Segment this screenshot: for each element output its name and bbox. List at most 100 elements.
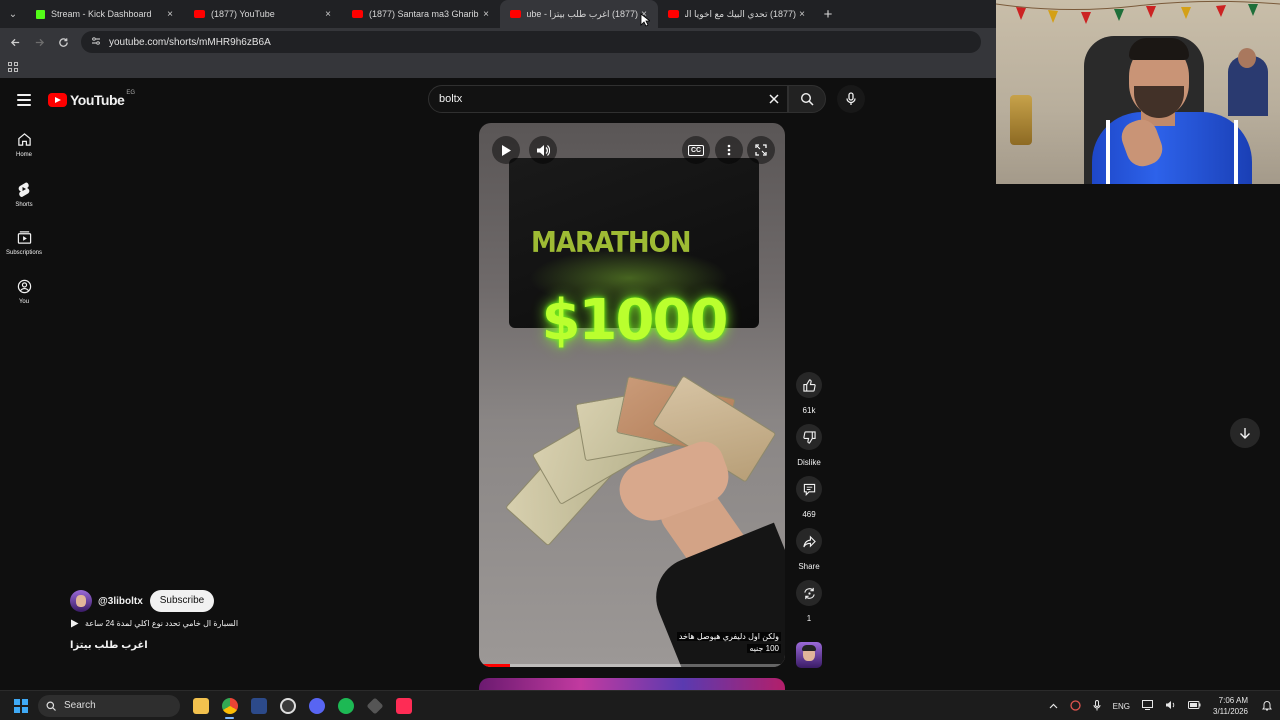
- volume-button[interactable]: [529, 136, 557, 164]
- dislike-button[interactable]: Dislike: [796, 424, 822, 467]
- webcam-overlay: [996, 0, 1280, 184]
- captions-icon: CC: [687, 144, 705, 156]
- short-title: اغرب طلب بيتزا: [70, 640, 148, 651]
- tray-display-icon[interactable]: [1142, 700, 1153, 712]
- address-bar[interactable]: youtube.com/shorts/mMHR9h6zB6A: [81, 31, 981, 53]
- youtube-play-logo-icon: [48, 93, 67, 107]
- channel-handle[interactable]: @3liboltx: [98, 596, 143, 607]
- video-progress-bar[interactable]: [479, 664, 785, 667]
- tab-pizza-short[interactable]: (1877) اغرب طلب بيتزا - YouTube ×: [500, 0, 658, 28]
- next-short-button[interactable]: [1230, 418, 1260, 448]
- share-label: Share: [798, 562, 820, 571]
- bunting-decoration: [996, 0, 1280, 24]
- short-description-row[interactable]: السبارة ال خامي تحدد نوع اكلي لمدة 24 سا…: [70, 619, 238, 628]
- like-button[interactable]: 61k: [796, 372, 822, 415]
- captions-button[interactable]: CC: [682, 136, 710, 164]
- tab-close-icon[interactable]: ×: [480, 9, 492, 20]
- home-icon: [17, 133, 31, 146]
- search-icon: [800, 92, 814, 106]
- sidebar-item-shorts[interactable]: Shorts: [0, 181, 48, 208]
- next-short-preview[interactable]: [479, 678, 785, 690]
- comments-button[interactable]: 469: [796, 476, 822, 519]
- tab-close-icon[interactable]: ×: [164, 9, 176, 20]
- fullscreen-button[interactable]: [747, 136, 775, 164]
- taskbar-app-mail[interactable]: [244, 691, 273, 720]
- thumbs-down-icon: [802, 430, 816, 444]
- share-icon: [802, 535, 816, 547]
- tray-volume-icon[interactable]: [1165, 700, 1176, 712]
- sidebar-item-home[interactable]: Home: [0, 132, 48, 158]
- remix-button[interactable]: 1: [796, 580, 822, 623]
- subscribe-button[interactable]: Subscribe: [149, 590, 215, 612]
- sidebar-item-you[interactable]: You: [0, 279, 48, 305]
- tray-overflow-icon[interactable]: [1049, 702, 1058, 711]
- screen: ⌄ Stream - Kick Dashboard × (1877) YouTu…: [0, 0, 1280, 720]
- kick-favicon-icon: [36, 9, 45, 19]
- app-icon: [250, 697, 267, 714]
- play-icon: [502, 144, 511, 156]
- tab-search-chevron-icon[interactable]: ⌄: [0, 0, 26, 28]
- tab-close-icon[interactable]: ×: [322, 9, 334, 20]
- language-indicator[interactable]: ENG: [1113, 702, 1130, 711]
- spotify-icon: [337, 697, 354, 714]
- youtube-logo[interactable]: YouTube EG: [48, 90, 135, 108]
- site-info-icon[interactable]: [91, 36, 101, 49]
- reload-icon[interactable]: [51, 28, 75, 56]
- tray-app-icon[interactable]: [1070, 699, 1081, 713]
- play-button[interactable]: [492, 136, 520, 164]
- tab-close-icon[interactable]: ×: [796, 9, 808, 20]
- folder-icon: [192, 697, 209, 714]
- taskbar-file-explorer[interactable]: [186, 691, 215, 720]
- search-icon: [46, 701, 56, 711]
- search-button[interactable]: [788, 85, 826, 113]
- play-small-icon: [71, 619, 79, 628]
- youtube-favicon-icon: [668, 10, 679, 18]
- video-caption: ولكن اول دليفري هيوصل هاخد 100 جنيه: [676, 632, 781, 653]
- search-input[interactable]: boltx: [428, 85, 788, 113]
- lantern-decoration: [1010, 95, 1032, 145]
- shorts-video-player[interactable]: MARATHON $1000 CC ولكن اول دليفري هيوصل …: [479, 123, 785, 667]
- sound-channel-avatar[interactable]: [796, 642, 822, 668]
- forward-arrow-icon[interactable]: [27, 28, 51, 56]
- voice-search-button[interactable]: [837, 85, 865, 113]
- taskbar-app-obs[interactable]: [273, 691, 302, 720]
- tab-albaik-challenge[interactable]: (1877) تحدي البيك مع اخويا الص ×: [658, 0, 816, 28]
- taskbar-app-misc[interactable]: [360, 691, 389, 720]
- channel-avatar[interactable]: [70, 590, 92, 612]
- discord-icon: [308, 697, 325, 714]
- back-arrow-icon[interactable]: [3, 28, 27, 56]
- tray-battery-icon[interactable]: [1188, 701, 1201, 711]
- share-button[interactable]: Share: [796, 528, 822, 571]
- youtube-favicon-icon: [352, 10, 363, 18]
- clear-search-icon[interactable]: [762, 88, 786, 110]
- video-tv-text: MARATHON: [531, 226, 691, 260]
- youtube-favicon-icon: [194, 10, 205, 18]
- taskbar-chrome[interactable]: [215, 691, 244, 720]
- tab-kick-dashboard[interactable]: Stream - Kick Dashboard ×: [26, 0, 184, 28]
- video-progress-fill: [479, 664, 510, 667]
- tab-santara[interactable]: (1877) Santara ma3 Gharib - Yo ×: [342, 0, 500, 28]
- taskbar-tiktok[interactable]: [389, 691, 418, 720]
- sidebar-item-subscriptions[interactable]: Subscriptions: [0, 230, 48, 256]
- app-icon: [279, 697, 296, 714]
- more-vertical-icon: [727, 144, 731, 156]
- app-icon: [366, 697, 383, 714]
- tab-youtube-home[interactable]: (1877) YouTube ×: [184, 0, 342, 28]
- taskbar-clock[interactable]: 7:06 AM 3/11/2026: [1213, 695, 1248, 717]
- mouse-cursor-icon: [640, 13, 650, 27]
- tray-microphone-icon[interactable]: [1093, 699, 1101, 713]
- windows-taskbar: Search ENG 7:06 AM 3/11/2026: [0, 690, 1280, 720]
- new-tab-button[interactable]: +: [816, 0, 840, 28]
- subscriptions-icon: [17, 231, 31, 244]
- taskbar-search[interactable]: Search: [38, 694, 180, 717]
- remix-icon: [803, 587, 815, 599]
- apps-grid-icon[interactable]: [8, 62, 18, 72]
- short-description: السبارة ال خامي تحدد نوع اكلي لمدة 24 سا…: [85, 619, 239, 628]
- taskbar-spotify[interactable]: [331, 691, 360, 720]
- windows-start-icon[interactable]: [14, 698, 28, 713]
- taskbar-discord[interactable]: [302, 691, 331, 720]
- you-icon: [17, 279, 31, 294]
- menu-icon[interactable]: [17, 94, 31, 106]
- notifications-bell-icon[interactable]: [1262, 700, 1272, 713]
- more-options-button[interactable]: [715, 136, 743, 164]
